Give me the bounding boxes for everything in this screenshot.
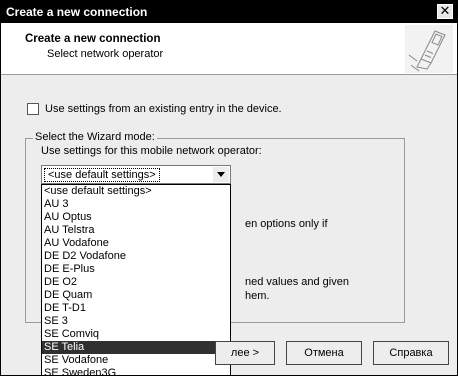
header-title: Create a new connection [25,33,161,45]
dropdown-option[interactable]: AU Optus [42,211,230,224]
use-existing-entry-checkbox-row[interactable]: Use settings from an existing entry in t… [27,103,282,115]
dropdown-option[interactable]: AU Telstra [42,224,230,237]
dropdown-option[interactable]: SE Sweden3G [42,367,230,375]
title-bar: Create a new connection ✕ [1,1,457,23]
operator-combobox[interactable]: <use default settings> [41,165,231,184]
operator-dropdown-list[interactable]: <use default settings> AU 3 AU Optus AU Tel… [41,184,231,375]
obscured-text-2: ned values and given [245,276,349,288]
help-button[interactable]: Справка [373,341,449,365]
dropdown-option[interactable]: DE Quam [42,289,230,302]
dialog-window: Create a new connection ✕ Create a new c… [0,0,458,376]
dropdown-option[interactable]: DE O2 [42,276,230,289]
dropdown-option[interactable]: DE E-Plus [42,263,230,276]
dropdown-option[interactable]: SE Vodafone [42,354,230,367]
next-button[interactable]: лее > [215,341,275,365]
wizard-header: Create a new connection Select network o… [1,23,457,75]
wizard-mode-legend: Select the Wizard mode: [33,131,157,143]
dropdown-option[interactable]: AU 3 [42,198,230,211]
close-button[interactable]: ✕ [437,4,453,19]
obscured-text-3: hem. [245,290,270,302]
use-existing-entry-label: Use settings from an existing entry in t… [45,103,282,115]
operator-combobox-value: <use default settings> [44,168,160,182]
dropdown-option[interactable]: DE D2 Vodafone [42,250,230,263]
close-icon: ✕ [439,3,451,18]
dropdown-option[interactable]: <use default settings> [42,185,230,198]
dropdown-option[interactable]: SE Telia [42,341,230,354]
dropdown-option[interactable]: DE T-D1 [42,302,230,315]
dropdown-option[interactable]: SE Comviq [42,328,230,341]
window-title: Create a new connection [6,5,148,19]
operator-label: Use settings for this mobile network ope… [41,145,262,157]
chevron-down-icon[interactable] [213,167,229,182]
obscured-text-1: en options only if [245,218,328,230]
phone-icon [405,25,453,73]
dropdown-option[interactable]: AU Vodafone [42,237,230,250]
use-existing-entry-checkbox[interactable] [27,103,39,115]
header-subtitle: Select network operator [47,48,164,60]
cancel-button[interactable]: Отмена [286,341,362,365]
dropdown-option[interactable]: SE 3 [42,315,230,328]
